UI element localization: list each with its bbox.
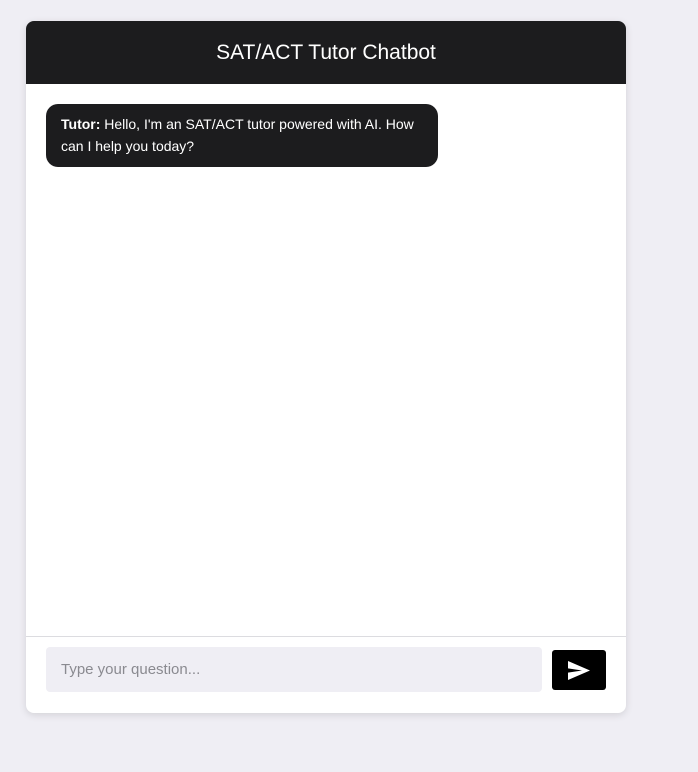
message-text: Hello, I'm an SAT/ACT tutor powered with… <box>61 116 414 154</box>
question-input[interactable] <box>46 647 542 692</box>
tutor-message: Tutor: Hello, I'm an SAT/ACT tutor power… <box>46 104 438 167</box>
send-button[interactable] <box>552 650 606 690</box>
chat-window: SAT/ACT Tutor Chatbot Tutor: Hello, I'm … <box>26 21 626 713</box>
message-sender: Tutor: <box>61 116 101 132</box>
chat-title: SAT/ACT Tutor Chatbot <box>216 40 436 64</box>
message-list[interactable]: Tutor: Hello, I'm an SAT/ACT tutor power… <box>26 84 626 636</box>
chat-header: SAT/ACT Tutor Chatbot <box>26 21 626 84</box>
chat-input-bar <box>26 636 626 713</box>
send-icon <box>568 660 590 680</box>
